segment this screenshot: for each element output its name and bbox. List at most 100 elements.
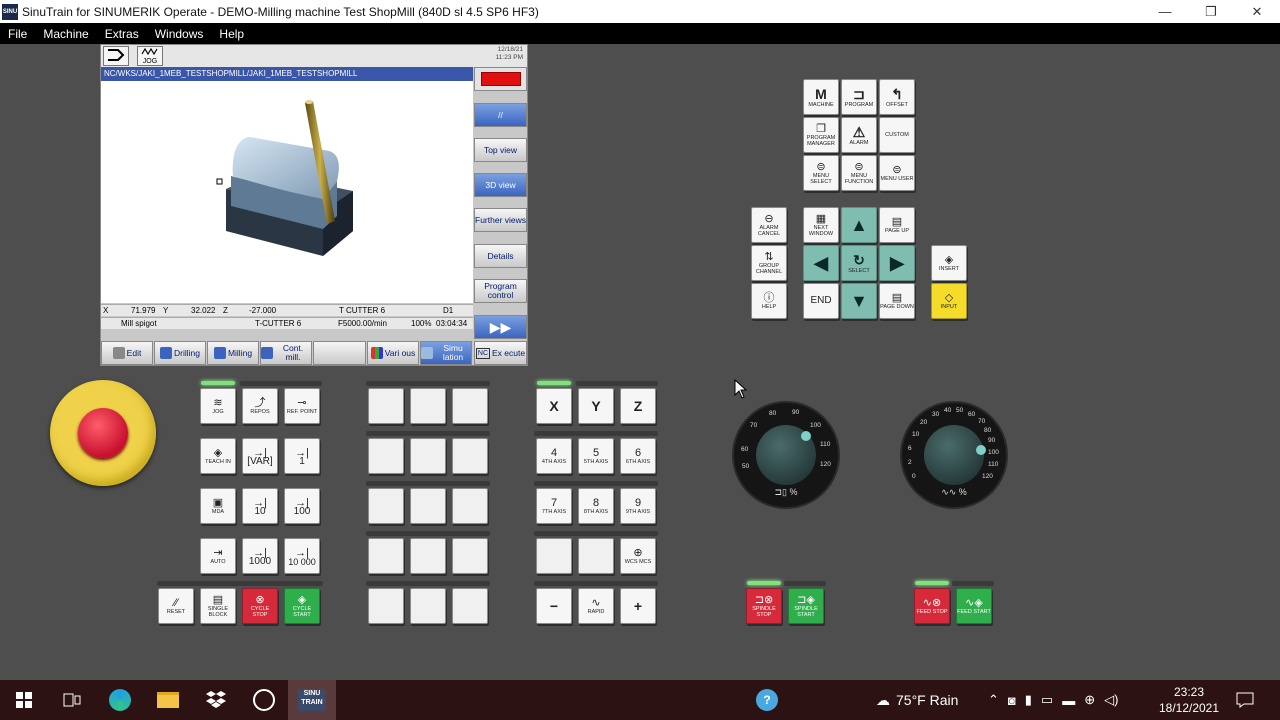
- axis-6-key[interactable]: 6 6TH AXIS: [620, 438, 656, 474]
- battery-icon[interactable]: ▬: [1062, 693, 1075, 708]
- blank-key[interactable]: [578, 538, 614, 574]
- menu-windows[interactable]: Windows: [147, 27, 212, 41]
- help-key[interactable]: ⓘ HELP: [751, 283, 787, 319]
- blank-key[interactable]: [410, 388, 446, 424]
- menu-function-key[interactable]: ⊜ MENU FUNCTION: [841, 155, 877, 191]
- softkey-simulation[interactable]: Simu lation: [420, 341, 472, 365]
- axis-y-key[interactable]: Y: [578, 388, 614, 424]
- axis-4-key[interactable]: 4 4TH AXIS: [536, 438, 572, 474]
- weather-widget[interactable]: ☁ 75°F Rain: [876, 680, 958, 720]
- blank-key[interactable]: [368, 438, 404, 474]
- softkey-stop[interactable]: [474, 67, 527, 91]
- program-manager-key[interactable]: ❐ PROGRAM MANAGER: [803, 117, 839, 153]
- increment-10000-key[interactable]: →| 10 000: [284, 538, 320, 574]
- task-view-icon[interactable]: [48, 680, 96, 720]
- feed-stop-key[interactable]: ∿⊗ FEED STOP: [914, 588, 950, 624]
- blank-key[interactable]: [368, 388, 404, 424]
- select-key[interactable]: ↻ SELECT: [841, 245, 877, 281]
- blank-key[interactable]: [368, 588, 404, 624]
- blank-key[interactable]: [410, 588, 446, 624]
- blank-key[interactable]: [368, 538, 404, 574]
- emergency-stop-button[interactable]: [50, 380, 156, 486]
- volume-icon[interactable]: ◁): [1104, 692, 1118, 708]
- blank-key[interactable]: [410, 488, 446, 524]
- axis-x-key[interactable]: X: [536, 388, 572, 424]
- menu-machine[interactable]: Machine: [35, 27, 96, 41]
- blank-key[interactable]: [452, 488, 488, 524]
- alarm-key[interactable]: ⚠ ALARM: [841, 117, 877, 153]
- softkey-execute[interactable]: NC Ex ecute: [474, 341, 527, 365]
- display-icon[interactable]: ▭: [1041, 692, 1053, 708]
- end-key[interactable]: END: [803, 283, 839, 319]
- blank-key[interactable]: [452, 438, 488, 474]
- chevron-up-icon[interactable]: ⌃: [988, 692, 999, 708]
- alarm-cancel-key[interactable]: ⊖ ALARM CANCEL: [751, 207, 787, 243]
- axis-z-key[interactable]: Z: [620, 388, 656, 424]
- cursor-down-key[interactable]: ▼: [841, 283, 877, 319]
- var-increment-key[interactable]: →| [VAR]: [242, 438, 278, 474]
- softkey-empty[interactable]: [313, 341, 366, 365]
- edge-icon[interactable]: [96, 680, 144, 720]
- help-tray-icon[interactable]: ?: [756, 680, 778, 720]
- axis-9-key[interactable]: 9 9TH AXIS: [620, 488, 656, 524]
- simulation-3d-view[interactable]: [101, 81, 473, 303]
- custom-key[interactable]: CUSTOM: [879, 117, 915, 153]
- sinutrain-taskbar-icon[interactable]: SINU TRAIN: [288, 680, 336, 720]
- minimize-button[interactable]: —: [1142, 0, 1188, 23]
- softkey-edit[interactable]: Edit: [101, 341, 153, 365]
- blank-key[interactable]: [368, 488, 404, 524]
- teach-in-key[interactable]: ◈ TEACH IN: [200, 438, 236, 474]
- menu-file[interactable]: File: [0, 27, 35, 41]
- spindle-start-key[interactable]: ⊐◈ SPINDLE START: [788, 588, 824, 624]
- machine-key[interactable]: M MACHINE: [803, 79, 839, 115]
- softkey-details[interactable]: Details: [474, 244, 527, 268]
- windows-start-icon[interactable]: [0, 680, 48, 720]
- page-up-key[interactable]: ▤ PAGE UP: [879, 207, 915, 243]
- cycle-start-key[interactable]: ◈ CYCLE START: [284, 588, 320, 624]
- softkey-3d-view[interactable]: 3D view: [474, 173, 527, 197]
- maximize-button[interactable]: ❐: [1188, 0, 1234, 23]
- blank-key[interactable]: [452, 588, 488, 624]
- increment-1-key[interactable]: →| 1: [284, 438, 320, 474]
- auto-key[interactable]: ⇥ AUTO: [200, 538, 236, 574]
- file-explorer-icon[interactable]: [144, 680, 192, 720]
- offset-key[interactable]: ↰ OFFSET: [879, 79, 915, 115]
- menu-extras[interactable]: Extras: [97, 27, 147, 41]
- jog-key[interactable]: ≋ JOG: [200, 388, 236, 424]
- cursor-up-key[interactable]: ▲: [841, 207, 877, 243]
- ref-point-key[interactable]: ⊸ REF. POINT: [284, 388, 320, 424]
- repos-key[interactable]: ⤴ REPOS: [242, 388, 278, 424]
- axis-7-key[interactable]: 7 7TH AXIS: [536, 488, 572, 524]
- mda-key[interactable]: ▣ MDA: [200, 488, 236, 524]
- menu-help[interactable]: Help: [211, 27, 252, 41]
- taskbar-clock[interactable]: 23:23 18/12/2021: [1152, 680, 1226, 720]
- plus-key[interactable]: +: [620, 588, 656, 624]
- softkey-program-control[interactable]: Program control: [474, 279, 527, 303]
- group-channel-key[interactable]: ⇅ GROUP CHANNEL: [751, 245, 787, 281]
- softkey-top-view[interactable]: Top view: [474, 138, 527, 162]
- increment-100-key[interactable]: →| 100: [284, 488, 320, 524]
- next-window-key[interactable]: ▦ NEXT WINDOW: [803, 207, 839, 243]
- menu-user-key[interactable]: ⊜ MENU USER: [879, 155, 915, 191]
- spindle-stop-key[interactable]: ⊐⊗ SPINDLE STOP: [746, 588, 782, 624]
- blank-key[interactable]: [452, 538, 488, 574]
- camera-icon[interactable]: ◙: [1008, 693, 1016, 708]
- spindle-override-dial[interactable]: 50 60 70 80 90 100 110 120 ⊐▯ %: [734, 403, 838, 507]
- softkey-milling[interactable]: Milling: [207, 341, 259, 365]
- wcs-mcs-key[interactable]: ⊕ WCS MCS: [620, 538, 656, 574]
- blank-key[interactable]: [410, 438, 446, 474]
- softkey-various[interactable]: Vari ous: [367, 341, 419, 365]
- softkey-next[interactable]: ▶▶: [474, 315, 527, 339]
- rapid-key[interactable]: ∿ RAPID: [578, 588, 614, 624]
- menu-select-key[interactable]: ⊜ MENU SELECT: [803, 155, 839, 191]
- jog-icon[interactable]: JOG: [137, 46, 163, 66]
- softkey-further-views[interactable]: Further views: [474, 208, 527, 232]
- softkey-drilling[interactable]: Drilling: [154, 341, 206, 365]
- minus-key[interactable]: −: [536, 588, 572, 624]
- obs-icon[interactable]: [240, 680, 288, 720]
- close-button[interactable]: ✕: [1234, 0, 1280, 23]
- program-key[interactable]: ⊐ PROGRAM: [841, 79, 877, 115]
- softkey-slash[interactable]: //: [474, 103, 527, 127]
- feed-override-dial[interactable]: 0 2 6 10 20 30 40 50 60 70 80 90 100 110…: [902, 403, 1006, 507]
- cycle-stop-key[interactable]: ⊗ CYCLE STOP: [242, 588, 278, 624]
